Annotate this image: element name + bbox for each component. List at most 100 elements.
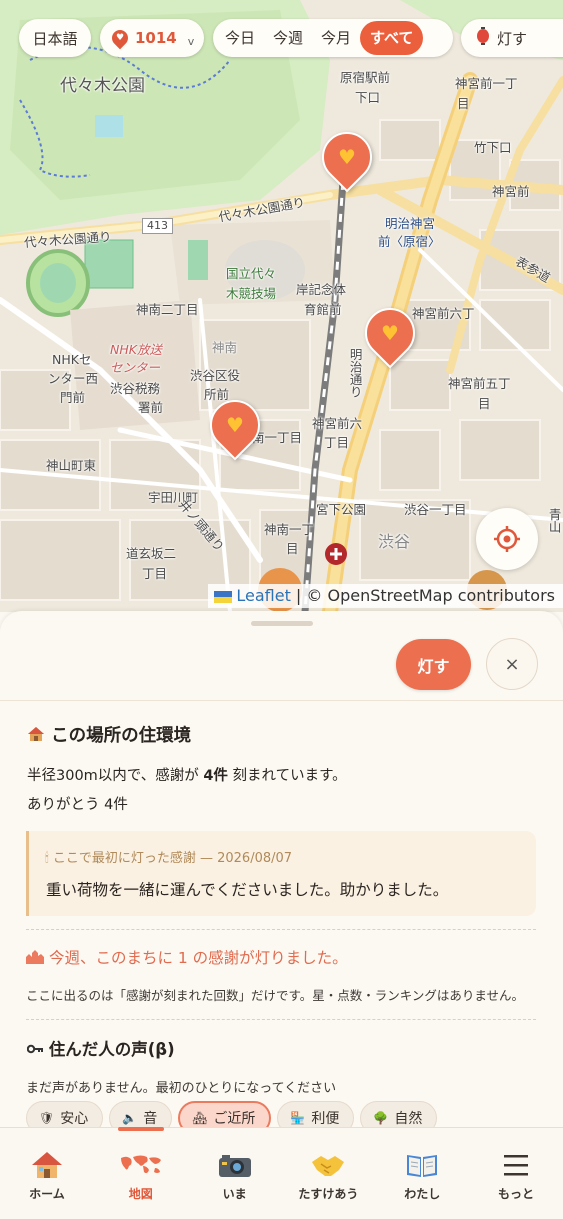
map-label-jingumae1: 神宮前一丁 (455, 76, 518, 91)
map-label-jingumae5: 神宮前五丁 (448, 376, 511, 391)
period-today[interactable]: 今日 (216, 21, 264, 55)
resident-voices-title: 住んだ人の声(β) (26, 1036, 175, 1060)
sheet-drag-handle[interactable] (251, 621, 313, 626)
book-icon (405, 1150, 439, 1180)
nav-me[interactable]: わたし (375, 1128, 469, 1219)
chevron-down-icon: v (187, 34, 195, 48)
leaflet-link[interactable]: Leaflet (236, 586, 290, 605)
camera-icon (218, 1150, 252, 1180)
first-gratitude-date: ここで最初に灯った感謝 — 2026/08/07 (52, 851, 293, 866)
map-label-jinnan1c: 目 (286, 541, 299, 556)
tag-label: 安心 (60, 1111, 89, 1127)
map-label-yoyogi-park: 代々木公園 (60, 76, 145, 96)
nav-home[interactable]: ホーム (0, 1128, 94, 1219)
summary-text-a: 半径300m以内で、感謝が (27, 768, 204, 784)
location-pin-icon: ♥ (108, 26, 132, 50)
map-label-jingumae6b: 神宮前六 (312, 416, 363, 431)
map-label-jingumae5-2: 目 (478, 396, 491, 411)
heart-icon: ♥ (381, 321, 399, 345)
map-label-jingumae1b: 目 (457, 96, 470, 111)
map-label-meiji-dori: 明治通り (347, 348, 363, 398)
language-label: 日本語 (32, 29, 78, 48)
light-filter-chip[interactable]: 灯す (461, 19, 563, 57)
first-gratitude-text: 重い荷物を一緒に運んでくださいました。助かりました。 (46, 881, 449, 899)
weekly-gratitude-text: 今週、このまちに 1 の感謝が灯りました。 (48, 949, 348, 967)
menu-icon (503, 1150, 529, 1180)
weekly-gratitude-note: 今週、このまちに 1 の感謝が灯りました。 (26, 946, 348, 968)
map-label-jinnan1: 南一丁目 (252, 430, 303, 445)
map-label-harajuku: 原宿駅前 (340, 70, 391, 85)
home-icon (31, 1150, 63, 1180)
map-label-nhk-west: NHKセ (52, 352, 92, 367)
map-label-harajuku-2: 下口 (355, 90, 381, 105)
map-label-nhk-2: センター (110, 360, 161, 375)
map-label-shibuya1: 渋谷一丁目 (404, 502, 467, 517)
nav-map-label: 地図 (128, 1187, 153, 1201)
nav-help[interactable]: たすけあう (281, 1128, 375, 1219)
town-icon (26, 949, 49, 967)
handshake-icon (311, 1150, 345, 1180)
map-label-kishi-2: 育館前 (304, 302, 342, 317)
map-label-nhk-west-2: ンター西 (48, 371, 99, 386)
period-filter: 今日 今週 今月 すべて (213, 19, 453, 57)
living-environment-title-text: この場所の住環境 (51, 726, 192, 746)
nav-more-label: もっと (498, 1187, 535, 1201)
map-label-jinnan2: 神南二丁目 (136, 302, 199, 317)
dashed-divider (26, 929, 536, 930)
period-all[interactable]: すべて (360, 21, 424, 55)
resident-voices-title-text: 住んだ人の声(β) (48, 1040, 175, 1059)
house-icon (27, 726, 51, 746)
nav-me-label: わたし (404, 1187, 441, 1201)
tree-icon: 🌳 (373, 1111, 389, 1125)
close-icon: × (504, 653, 520, 675)
shield-icon: 🛡 (39, 1111, 55, 1125)
map-label-meiji-jingu: 明治神宮 (385, 216, 436, 231)
thanks-count: ありがとう 4件 (27, 797, 128, 813)
first-gratitude-meta: 🕯 ここで最初に灯った感謝 — 2026/08/07 (45, 847, 292, 866)
close-button[interactable]: × (486, 638, 538, 690)
neighbors-icon: 🏘 (192, 1111, 208, 1125)
gratitude-count: 1014 (135, 29, 177, 47)
count-disclaimer: ここに出るのは「感謝が刻まれた回数」だけです。星・点数・ランキングはありません。 (26, 988, 525, 1003)
map-view[interactable]: 代々木公園 原宿駅前 下口 神宮前一丁 目 竹下口 神宮前 413 代々木公園通… (0, 0, 563, 612)
osm-attribution: | © OpenStreetMap contributors (290, 586, 555, 605)
key-icon (26, 1040, 49, 1059)
nav-more[interactable]: もっと (469, 1128, 563, 1219)
map-label-shibuya-tax: 渋谷税務 (110, 381, 161, 396)
divider (0, 700, 563, 701)
map-label-jinnan: 神南 (212, 340, 238, 355)
nav-map[interactable]: 地図 (94, 1127, 188, 1219)
heart-icon: ♥ (226, 413, 244, 437)
living-environment-title: この場所の住環境 (27, 722, 191, 747)
map-label-dogenzaka: 道玄坂二 (126, 546, 177, 561)
light-chip-label: 灯す (497, 29, 528, 48)
voices-empty-message: まだ声がありません。最初のひとりになってください (26, 1081, 337, 1096)
map-label-jingumae6: 神宮前六丁 (412, 306, 475, 321)
period-month[interactable]: 今月 (312, 21, 360, 55)
tag-label: ご近所 (213, 1111, 256, 1127)
map-label-jingumae6c: 丁目 (324, 435, 350, 450)
map-label-nhk: NHK放送 (110, 342, 162, 357)
candle-icon: 🕯 (45, 851, 49, 866)
active-tab-indicator (117, 1127, 164, 1131)
ukraine-flag-icon (214, 590, 233, 603)
speaker-icon: 🔈 (122, 1111, 138, 1125)
language-selector[interactable]: 日本語 (19, 19, 91, 57)
lantern-icon (477, 27, 489, 49)
locate-me-button[interactable] (476, 508, 538, 570)
map-attribution: Leaflet | © OpenStreetMap contributors (208, 584, 563, 608)
first-gratitude-card: 🕯 ここで最初に灯った感謝 — 2026/08/07 重い荷物を一緒に運んでくだ… (26, 831, 536, 916)
bottom-navigation: ホーム 地図 いま たすけあう わたし もっと (0, 1127, 563, 1219)
store-icon: 🏪 (290, 1111, 306, 1125)
map-label-shibuya-tax-2: 署前 (138, 400, 164, 415)
tag-label: 利便 (311, 1111, 340, 1127)
light-button[interactable]: 灯す (396, 639, 471, 690)
map-label-jingumae: 神宮前 (492, 184, 530, 199)
map-label-ward-office: 渋谷区役 (190, 368, 241, 383)
map-label-kamiyama: 神山町東 (46, 458, 97, 473)
nav-now[interactable]: いま (188, 1128, 282, 1219)
period-week[interactable]: 今週 (264, 21, 312, 55)
gratitude-count-selector[interactable]: ♥ 1014 v (100, 19, 204, 57)
place-detail-sheet: 灯す × この場所の住環境 半径300m以内で、感謝が 4件 刻まれています。 … (0, 611, 563, 1131)
crosshair-icon (494, 526, 520, 552)
